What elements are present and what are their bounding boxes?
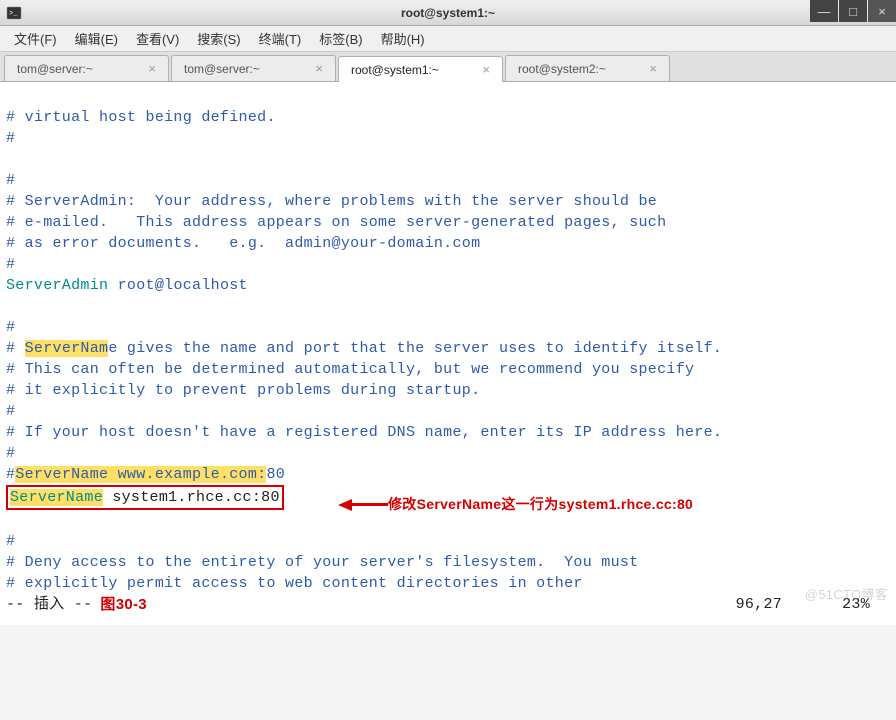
close-icon[interactable]: × — [148, 61, 156, 76]
minimize-button[interactable]: — — [810, 0, 838, 22]
config-line: # Deny access to the entirety of your se… — [6, 554, 639, 571]
config-line: # — [6, 172, 15, 189]
arrow-shaft — [352, 503, 388, 506]
annotation-text: 修改ServerName这一行为system1.rhce.cc:80 — [388, 494, 693, 515]
config-line: # — [6, 256, 15, 273]
config-line: # as error documents. e.g. admin@your-do… — [6, 235, 480, 252]
config-line: # — [6, 403, 15, 420]
tab-label: tom@server:~ — [17, 62, 93, 76]
tab-tom-server-1[interactable]: tom@server:~ × — [4, 55, 169, 81]
config-line: # explicitly permit access to web conten… — [6, 575, 583, 592]
config-line: # e-mailed. This address appears on some… — [6, 214, 666, 231]
close-icon[interactable]: × — [482, 62, 490, 77]
close-icon[interactable]: × — [649, 61, 657, 76]
config-line: #ServerName www.example.com:80 — [6, 466, 285, 483]
close-button[interactable]: × — [868, 0, 896, 22]
figure-label: 图30-3 — [100, 594, 147, 615]
config-line: # — [6, 445, 15, 462]
menu-view[interactable]: 查看(V) — [128, 26, 187, 51]
titlebar: >_ root@system1:~ — □ × — [0, 0, 896, 26]
config-line: # This can often be determined automatic… — [6, 361, 694, 378]
terminal-icon: >_ — [6, 5, 22, 21]
menu-help[interactable]: 帮助(H) — [373, 26, 433, 51]
config-line: # — [6, 130, 15, 147]
close-icon[interactable]: × — [315, 61, 323, 76]
directive-name: ServerName — [10, 489, 103, 506]
tab-label: tom@server:~ — [184, 62, 260, 76]
config-line: # it explicitly to prevent problems duri… — [6, 382, 480, 399]
svg-text:>_: >_ — [9, 10, 18, 18]
search-highlight: ServerNam — [25, 340, 109, 357]
arrow-head-icon — [338, 499, 352, 511]
vim-mode: -- 插入 -- — [6, 594, 92, 615]
cursor-position: 96,27 — [736, 594, 783, 615]
window-title: root@system1:~ — [401, 6, 495, 20]
tab-label: root@system1:~ — [351, 63, 439, 77]
annotation-arrow: 修改ServerName这一行为system1.rhce.cc:80 — [338, 494, 693, 515]
config-line: # ServerName gives the name and port tha… — [6, 340, 722, 357]
maximize-button[interactable]: □ — [839, 0, 867, 22]
config-line: # — [6, 319, 15, 336]
directive-name: ServerAdmin — [6, 277, 108, 294]
config-line: # virtual host being defined. — [6, 109, 276, 126]
directive-line: ServerAdmin root@localhost — [6, 277, 248, 294]
tab-label: root@system2:~ — [518, 62, 606, 76]
edited-line: ServerName system1.rhce.cc:80 — [6, 485, 284, 510]
config-line: # — [6, 533, 15, 550]
tabbar: tom@server:~ × tom@server:~ × root@syste… — [0, 52, 896, 82]
tab-root-system1[interactable]: root@system1:~ × — [338, 56, 503, 82]
tab-tom-server-2[interactable]: tom@server:~ × — [171, 55, 336, 81]
menubar: 文件(F) 编辑(E) 查看(V) 搜索(S) 终端(T) 标签(B) 帮助(H… — [0, 26, 896, 52]
tab-root-system2[interactable]: root@system2:~ × — [505, 55, 670, 81]
menu-terminal[interactable]: 终端(T) — [251, 26, 310, 51]
watermark: @51CTO博客 — [805, 584, 888, 605]
directive-value: system1.rhce.cc:80 — [103, 489, 280, 506]
config-line: # ServerAdmin: Your address, where probl… — [6, 193, 657, 210]
menu-file[interactable]: 文件(F) — [6, 26, 65, 51]
terminal-content[interactable]: # virtual host being defined. # # # Serv… — [0, 82, 896, 625]
vim-status-line: -- 插入 --图30-396,2723% — [6, 594, 890, 615]
window-controls: — □ × — [809, 0, 896, 25]
menu-edit[interactable]: 编辑(E) — [67, 26, 126, 51]
config-line: # If your host doesn't have a registered… — [6, 424, 722, 441]
directive-value: root@localhost — [108, 277, 248, 294]
search-highlight: ServerName www.example.com: — [15, 466, 266, 483]
menu-tabs[interactable]: 标签(B) — [311, 26, 370, 51]
menu-search[interactable]: 搜索(S) — [189, 26, 248, 51]
